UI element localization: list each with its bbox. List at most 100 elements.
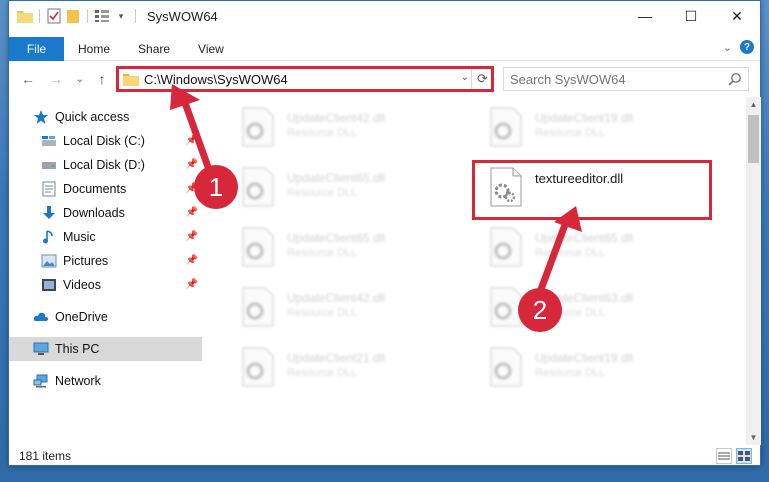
window-title: SysWOW64 [147,8,218,24]
file-type: Resource DLL [287,187,358,199]
address-bar[interactable]: C:\Windows\SysWOW64 ⌄ ⟳ [117,67,494,91]
view-options-icon[interactable] [94,8,110,24]
file-item[interactable]: UpdateClient42.dll Resource DLL [227,101,457,153]
address-dropdown[interactable]: ⌄ [461,72,469,83]
file-type: Resource DLL [535,247,606,259]
file-name: UpdateClient65.dll [535,231,634,245]
title-bar: ▾ SysWOW64 — ☐ ✕ [9,1,760,31]
file-name: UpdateClient42.dll [287,111,386,125]
new-folder-icon[interactable] [65,8,81,24]
sidebar-item-label: Music [63,230,96,244]
search-icon [728,72,742,89]
sidebar-item-label: Local Disk (C:) [63,134,145,148]
file-item[interactable]: UpdateClient19.dll Resource DLL [475,341,705,393]
item-count: 181 items [19,449,72,463]
scroll-up-button[interactable]: ▲ [746,97,761,112]
maximize-button[interactable]: ☐ [668,1,714,31]
tab-file[interactable]: File [9,36,64,61]
search-box[interactable] [503,67,749,91]
minimize-button[interactable]: — [622,1,668,31]
file-list: UpdateClient42.dll Resource DLL UpdateCl… [217,97,742,437]
sidebar-item-local-disk-d[interactable]: Local Disk (D:) 📌 [9,153,202,177]
sidebar-item-quick-access[interactable]: Quick access [9,105,202,129]
file-item[interactable]: UpdateClient65.dll Resource DLL [227,221,457,273]
folder-icon [123,72,139,86]
sidebar-item-videos[interactable]: Videos 📌 [9,273,202,297]
recent-locations-button[interactable]: ⌄ [71,69,89,89]
vertical-scrollbar[interactable]: ▲ ▼ [746,97,761,445]
pin-icon: 📌 [185,279,198,290]
pin-icon: 📌 [185,255,198,266]
back-button[interactable]: ← [19,69,37,89]
tab-share[interactable]: Share [124,37,184,61]
sidebar-item-label: Videos [63,278,101,292]
help-icon[interactable]: ? [740,40,754,54]
sidebar-item-music[interactable]: Music 📌 [9,225,202,249]
sidebar-item-label: Downloads [63,206,125,220]
dll-file-icon [241,167,275,207]
chevron-down-icon[interactable]: ▾ [113,8,129,24]
dll-file-icon [489,347,523,387]
documents-icon [41,181,57,197]
network-icon [33,373,49,389]
dll-file-icon [241,227,275,267]
tab-view[interactable]: View [184,37,238,61]
pin-icon: 📌 [185,135,198,146]
target-file-item[interactable]: textureeditor.dll [475,161,705,213]
download-icon [41,205,57,221]
status-bar: 181 items [9,445,760,467]
dll-file-icon [241,287,275,327]
search-input[interactable] [510,71,720,87]
forward-button[interactable]: → [47,69,65,89]
file-name: UpdateClient21.dll [287,351,386,365]
folder-icon[interactable] [17,8,33,24]
close-button[interactable]: ✕ [714,1,760,31]
details-view-icon[interactable] [716,448,732,464]
scroll-thumb[interactable] [748,115,759,163]
toolbar-separator [39,9,40,23]
file-type: Resource DLL [535,127,606,139]
file-item[interactable]: UpdateClient42.dll Resource DLL [227,281,457,333]
dll-file-icon [241,107,275,147]
pictures-icon [41,253,57,269]
file-item[interactable]: UpdateClient65.dll Resource DLL [227,161,457,213]
toolbar-separator [87,9,88,23]
properties-icon[interactable] [46,8,62,24]
sidebar-item-label: Quick access [55,110,130,124]
dll-file-icon [489,107,523,147]
window-controls: — ☐ ✕ [622,1,760,31]
sidebar-item-pictures[interactable]: Pictures 📌 [9,249,202,273]
sidebar-item-network[interactable]: Network [9,369,202,393]
file-item[interactable]: UpdateClient63.dll Resource DLL [475,281,705,333]
file-name: UpdateClient19.dll [535,351,634,365]
sidebar-item-label: OneDrive [55,310,108,324]
step-marker-2: 2 [518,288,562,332]
dll-file-icon [241,347,275,387]
scroll-down-button[interactable]: ▼ [746,430,761,445]
sidebar-item-local-disk-c[interactable]: Local Disk (C:) 📌 [9,129,202,153]
pin-icon: 📌 [185,231,198,242]
tab-home[interactable]: Home [64,37,124,61]
file-item[interactable]: UpdateClient21.dll Resource DLL [227,341,457,393]
chevron-down-icon[interactable]: ⌄ [723,41,732,54]
music-icon [41,229,57,245]
file-item[interactable]: UpdateClient19.dll Resource DLL [475,101,705,153]
drive-icon [41,133,57,149]
address-row: ← → ⌄ ↑ C:\Windows\SysWOW64 ⌄ ⟳ [9,65,760,93]
sidebar-item-onedrive[interactable]: OneDrive [9,305,202,329]
sidebar-item-documents[interactable]: Documents 📌 [9,177,202,201]
dll-file-icon [489,227,523,267]
sidebar-item-label: Local Disk (D:) [63,158,145,172]
sidebar-item-downloads[interactable]: Downloads 📌 [9,201,202,225]
file-type: Resource DLL [287,127,358,139]
up-button[interactable]: ↑ [93,69,111,89]
cloud-icon [33,309,49,325]
toolbar-separator [135,9,136,23]
refresh-button[interactable]: ⟳ [471,68,493,90]
address-path[interactable]: C:\Windows\SysWOW64 [144,72,288,87]
sidebar-item-this-pc[interactable]: This PC [9,337,202,361]
tiles-view-icon[interactable] [736,448,752,464]
computer-icon [33,341,49,357]
file-type: Resource DLL [535,367,606,379]
file-item[interactable]: UpdateClient65.dll Resource DLL [475,221,705,273]
